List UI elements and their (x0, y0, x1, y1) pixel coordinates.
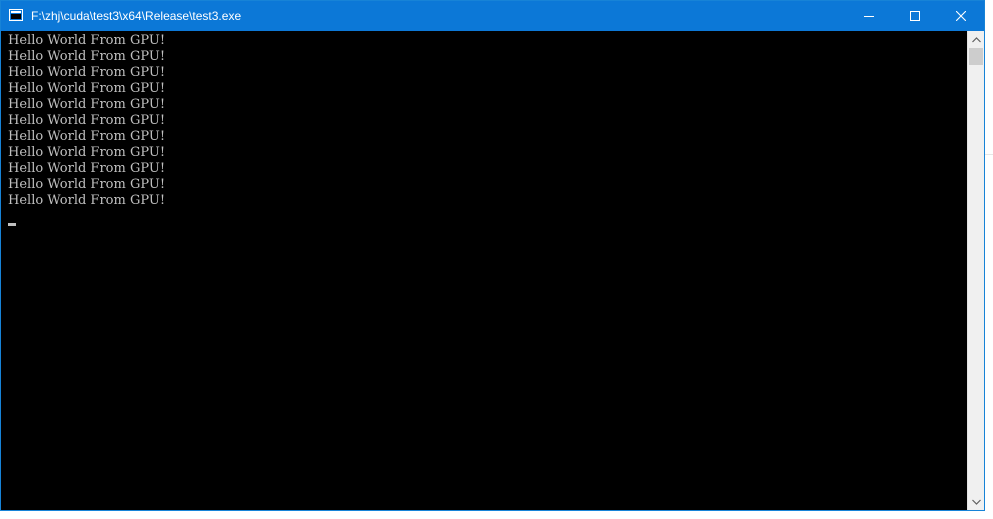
chevron-down-icon (971, 499, 981, 505)
console-window: F:\zhj\cuda\test3\x64\Release\test3.exe … (0, 0, 985, 511)
maximize-button[interactable] (892, 1, 938, 31)
minimize-icon (864, 16, 874, 17)
console-output[interactable]: Hello World From GPU! Hello World From G… (1, 31, 967, 510)
output-line: Hello World From GPU! (8, 113, 166, 128)
close-icon (956, 11, 966, 21)
scroll-down-button[interactable] (968, 493, 984, 510)
background-divider (985, 154, 993, 155)
text-cursor (8, 223, 16, 226)
output-line: Hello World From GPU! (8, 145, 166, 160)
vertical-scrollbar[interactable] (967, 31, 984, 510)
console-app-icon[interactable] (9, 9, 23, 21)
window-title: F:\zhj\cuda\test3\x64\Release\test3.exe (31, 9, 242, 23)
close-button[interactable] (938, 1, 984, 31)
chevron-up-icon (971, 36, 981, 42)
scroll-thumb[interactable] (969, 48, 983, 65)
maximize-icon (910, 11, 920, 21)
scroll-up-button[interactable] (968, 31, 984, 48)
output-line: Hello World From GPU! (8, 177, 166, 192)
output-line: Hello World From GPU! (8, 97, 166, 112)
title-bar[interactable]: F:\zhj\cuda\test3\x64\Release\test3.exe (1, 1, 984, 31)
output-line: Hello World From GPU! (8, 49, 166, 64)
output-line: Hello World From GPU! (8, 65, 166, 80)
minimize-button[interactable] (846, 1, 892, 31)
output-line: Hello World From GPU! (8, 129, 166, 144)
output-line: Hello World From GPU! (8, 33, 166, 48)
output-line: Hello World From GPU! (8, 193, 166, 208)
output-line: Hello World From GPU! (8, 161, 166, 176)
output-line: Hello World From GPU! (8, 81, 166, 96)
